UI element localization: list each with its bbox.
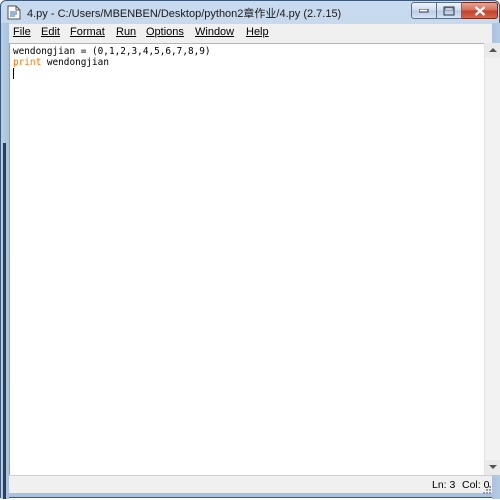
menu-edit[interactable]: Edit bbox=[41, 26, 60, 38]
vertical-scrollbar[interactable] bbox=[484, 43, 500, 475]
code-line-1: wendongjian = (0,1,2,3,4,5,6,7,8,9) bbox=[13, 46, 211, 57]
resize-grip-icon[interactable] bbox=[482, 482, 492, 494]
print-keyword: print bbox=[13, 57, 42, 68]
idle-file-icon[interactable] bbox=[7, 5, 21, 20]
window-left-border bbox=[1, 23, 9, 499]
close-icon bbox=[474, 5, 485, 16]
scroll-up-button[interactable] bbox=[485, 43, 500, 58]
scrollbar-track[interactable] bbox=[484, 43, 500, 475]
editor-text-area[interactable]: wendongjian = (0,1,2,3,4,5,6,7,8,9) prin… bbox=[9, 43, 492, 475]
minimize-icon bbox=[419, 8, 429, 12]
code-line-2: wendongjian bbox=[41, 57, 109, 68]
menu-help[interactable]: Help bbox=[246, 26, 269, 38]
chevron-down-icon bbox=[489, 465, 497, 469]
menu-format[interactable]: Format bbox=[70, 26, 105, 38]
status-line-number: Ln: 3 bbox=[432, 479, 456, 491]
menu-bar: File Edit Format Run Options Window Help bbox=[9, 24, 492, 43]
maximize-button[interactable] bbox=[437, 2, 462, 19]
code-text[interactable]: wendongjian = (0,1,2,3,4,5,6,7,8,9) prin… bbox=[13, 46, 211, 68]
status-bar: Ln: 3 Col: 0 bbox=[9, 475, 492, 494]
scroll-down-button[interactable] bbox=[485, 460, 500, 475]
window-title: 4.py - C:/Users/MBENBEN/Desktop/python2章… bbox=[27, 8, 342, 20]
menu-run[interactable]: Run bbox=[116, 26, 136, 38]
idle-editor-window: 4.py - C:/Users/MBENBEN/Desktop/python2章… bbox=[0, 0, 500, 499]
chevron-up-icon bbox=[489, 48, 497, 52]
close-button[interactable] bbox=[462, 2, 498, 19]
menu-options[interactable]: Options bbox=[146, 26, 184, 38]
maximize-icon bbox=[443, 6, 455, 15]
minimize-button[interactable] bbox=[411, 2, 437, 19]
menu-window[interactable]: Window bbox=[195, 26, 234, 38]
menu-file[interactable]: File bbox=[13, 26, 31, 38]
text-cursor bbox=[13, 68, 14, 79]
title-bar[interactable]: 4.py - C:/Users/MBENBEN/Desktop/python2章… bbox=[1, 1, 499, 23]
